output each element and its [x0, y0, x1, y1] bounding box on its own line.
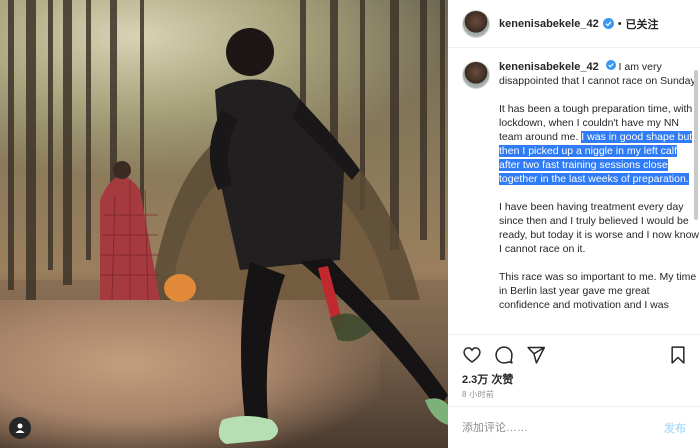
- post-photo[interactable]: [0, 0, 448, 448]
- caption-username[interactable]: kenenisabekele_42: [499, 61, 599, 73]
- header-username[interactable]: kenenisabekele_42: [499, 18, 599, 30]
- action-bar: [448, 334, 700, 374]
- caption-paragraph-3: I have been having treatment every day s…: [499, 201, 699, 255]
- post-details-panel: kenenisabekele_42 • 已关注 kenenisabekele_4…: [448, 0, 700, 448]
- post-header: kenenisabekele_42 • 已关注: [448, 0, 700, 48]
- share-button[interactable]: [524, 343, 548, 367]
- comment-bar: 发布: [448, 406, 700, 448]
- heart-icon: [463, 346, 481, 363]
- verified-badge-icon: [605, 60, 616, 70]
- caption-text: kenenisabekele_42 I am very disappointed…: [499, 60, 699, 334]
- comment-icon: [495, 345, 513, 364]
- separator-dot: •: [617, 17, 622, 30]
- like-button[interactable]: [460, 343, 484, 367]
- caption-paragraph-4: This race was so important to me. My tim…: [499, 271, 697, 311]
- photo-user-tag-button[interactable]: [9, 417, 31, 439]
- caption-avatar[interactable]: [462, 61, 490, 89]
- bookmark-icon: [671, 345, 685, 364]
- post-timestamp[interactable]: 8 小时前: [462, 389, 494, 400]
- comment-button[interactable]: [492, 343, 516, 367]
- follow-status-button[interactable]: 已关注: [626, 16, 659, 32]
- save-button[interactable]: [666, 343, 690, 367]
- comment-input[interactable]: [462, 421, 664, 434]
- photo-scene: [8, 0, 448, 444]
- caption-scrollbar[interactable]: [694, 70, 698, 220]
- verified-badge-icon: [602, 18, 614, 29]
- paper-plane-icon: [527, 346, 546, 364]
- avatar[interactable]: [462, 9, 490, 38]
- post-comment-button[interactable]: 发布: [664, 420, 686, 436]
- user-icon: [15, 423, 25, 433]
- caption-area: kenenisabekele_42 I am very disappointed…: [448, 60, 700, 334]
- likes-count[interactable]: 2.3万 次赞: [462, 371, 513, 387]
